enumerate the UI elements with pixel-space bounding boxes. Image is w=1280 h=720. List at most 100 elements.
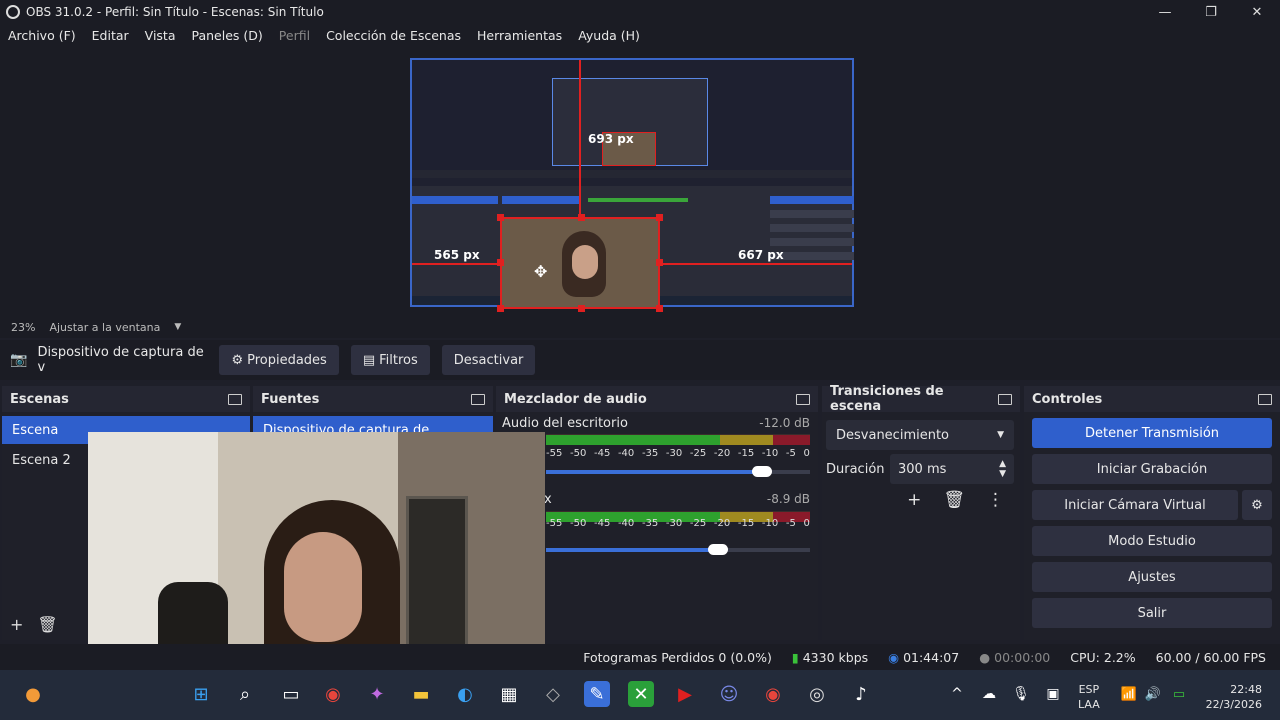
selected-source-bounds[interactable] (497, 214, 663, 312)
menu-editar[interactable]: Editar (92, 28, 129, 43)
window-title: OBS 31.0.2 - Perfil: Sin Título - Escena… (26, 5, 324, 19)
cpu-usage: CPU: 2.2% (1070, 649, 1136, 665)
chevron-up-icon[interactable]: ^ (944, 681, 970, 707)
scale-tick: -35 (641, 448, 659, 459)
source-name: Dispositivo de captura de v (37, 345, 204, 375)
guide-right (660, 263, 852, 265)
chrome-icon[interactable]: ◉ (760, 681, 786, 707)
undock-icon[interactable] (1258, 393, 1272, 405)
clock[interactable]: 22:48 22/3/2026 (1204, 682, 1262, 712)
app-icon[interactable]: ✎ (584, 681, 610, 707)
trash-icon[interactable]: 🗑 (943, 490, 965, 510)
undock-icon[interactable] (471, 393, 485, 405)
folder-icon[interactable]: ▬ (408, 681, 434, 707)
scale-tick: -5 (785, 518, 796, 529)
zoom-bar: 23% Ajustar a la ventana ▼ (0, 316, 1280, 338)
scale-tick: -40 (617, 448, 635, 459)
scale-tick: -15 (737, 518, 755, 529)
chrome-icon[interactable]: ◉ (320, 681, 346, 707)
menu-bar: Archivo (F) Editar Vista Paneles (D) Per… (0, 24, 1280, 46)
status-bar: Fotogramas Perdidos 0 (0.0%) ▮ 4330 kbps … (0, 644, 1280, 670)
preview-canvas[interactable]: 565 px 667 px 693 px ✥ (410, 58, 854, 312)
channel-db: -12.0 dB (759, 416, 810, 430)
menu-herramientas[interactable]: Herramientas (477, 28, 562, 43)
scale-tick: -30 (665, 518, 683, 529)
record-icon: ● (979, 649, 991, 665)
edge-icon[interactable]: ◐ (452, 681, 478, 707)
widget-icon[interactable]: ● (20, 681, 46, 707)
meter-scale: -55 -50 -45 -40 -35 -30 -25 -20 -15 -10 -5 0 (546, 448, 810, 462)
controls-dock: Controles Detener Transmisión Iniciar Gr… (1024, 386, 1280, 640)
scale-tick: -40 (617, 518, 635, 529)
add-icon[interactable]: + (10, 615, 23, 634)
clock-date: 22/3/2026 (1205, 698, 1262, 711)
mic-icon[interactable]: 🎙 (1008, 681, 1034, 707)
scale-tick: -45 (593, 518, 611, 529)
undock-icon[interactable] (228, 393, 242, 405)
search-icon[interactable]: ⌕ (232, 681, 258, 707)
volume-slider-knob[interactable] (752, 466, 773, 477)
filter-icon: ▤ (362, 352, 376, 368)
volume-slider[interactable] (546, 544, 810, 555)
deactivate-button[interactable]: Desactivar (441, 345, 536, 375)
filters-button[interactable]: ▤ Filtros (350, 345, 430, 375)
tiktok-icon[interactable]: ♪ (848, 681, 874, 707)
scale-tick: -20 (713, 448, 731, 459)
zoom-mode[interactable]: Ajustar a la ventana (49, 321, 160, 334)
properties-button[interactable]: ⚙ Propiedades (219, 345, 339, 375)
discord-icon[interactable]: ☺ (716, 681, 742, 707)
tray-icon[interactable]: ▣ (1040, 681, 1066, 707)
add-icon[interactable]: + (907, 490, 921, 510)
menu-perfil[interactable]: Perfil (279, 28, 310, 43)
language-code: ESP (1078, 683, 1100, 696)
trash-icon[interactable]: 🗑 (37, 615, 57, 634)
transitions-title: Transiciones de escena (830, 384, 944, 414)
menu-coleccion[interactable]: Colección de Escenas (326, 28, 461, 43)
xbox-icon[interactable]: ✕ (628, 681, 654, 707)
volume-slider-knob[interactable] (707, 544, 728, 555)
scale-tick: -55 (546, 448, 563, 459)
sources-title: Fuentes (261, 391, 320, 407)
menu-ayuda[interactable]: Ayuda (H) (578, 28, 640, 43)
youtube-icon[interactable]: ▶ (672, 681, 698, 707)
store-icon[interactable]: ▦ (496, 681, 522, 707)
start-record-button[interactable]: Iniciar Grabación (1032, 454, 1272, 484)
cloud-icon[interactable]: ☁ (976, 681, 1002, 707)
gear-icon[interactable]: ⚙ (1242, 490, 1272, 520)
duration-input[interactable]: 300 ms ▲ ▼ (890, 454, 1014, 484)
transition-select[interactable]: Desvanecimiento ▼ (826, 420, 1014, 450)
language-indicator[interactable]: ESP LAA (1078, 682, 1100, 712)
task-view-icon[interactable]: ▭ (278, 681, 304, 707)
undock-icon[interactable] (796, 393, 810, 405)
minimize-button[interactable]: — (1142, 0, 1188, 24)
stop-stream-button[interactable]: Detener Transmisión (1032, 418, 1272, 448)
zoom-dropdown-icon[interactable]: ▼ (174, 322, 181, 332)
unity-icon[interactable]: ◇ (540, 681, 566, 707)
studio-mode-button[interactable]: Modo Estudio (1032, 526, 1272, 556)
virtual-camera-button[interactable]: Iniciar Cámara Virtual (1032, 490, 1238, 520)
spinner-icon[interactable]: ▲ ▼ (999, 459, 1006, 479)
wifi-icon[interactable]: 📶 (1116, 681, 1142, 707)
properties-label: Propiedades (247, 352, 327, 368)
filters-label: Filtros (379, 352, 418, 368)
obs-taskbar-icon[interactable]: ◎ (804, 681, 830, 707)
undock-icon[interactable] (998, 393, 1012, 405)
scale-tick: -20 (713, 518, 731, 529)
maximize-button[interactable]: ❐ (1188, 0, 1234, 24)
volume-icon[interactable]: 🔊 (1140, 681, 1166, 707)
copilot-icon[interactable]: ✦ (364, 681, 390, 707)
menu-paneles[interactable]: Paneles (D) (192, 28, 263, 43)
exit-button[interactable]: Salir (1032, 598, 1272, 628)
more-icon[interactable]: ⋮ (987, 490, 1004, 510)
channel-name: x (544, 492, 552, 507)
guide-top-label: 693 px (588, 132, 634, 146)
channel-db: -8.9 dB (766, 492, 810, 506)
settings-button[interactable]: Ajustes (1032, 562, 1272, 592)
volume-slider[interactable] (546, 466, 810, 477)
battery-icon[interactable]: ▭ (1166, 681, 1192, 707)
start-icon[interactable]: ⊞ (188, 681, 214, 707)
menu-vista[interactable]: Vista (145, 28, 176, 43)
close-button[interactable]: ✕ (1234, 0, 1280, 24)
menu-archivo[interactable]: Archivo (F) (8, 28, 76, 43)
scenes-title: Escenas (10, 391, 69, 407)
